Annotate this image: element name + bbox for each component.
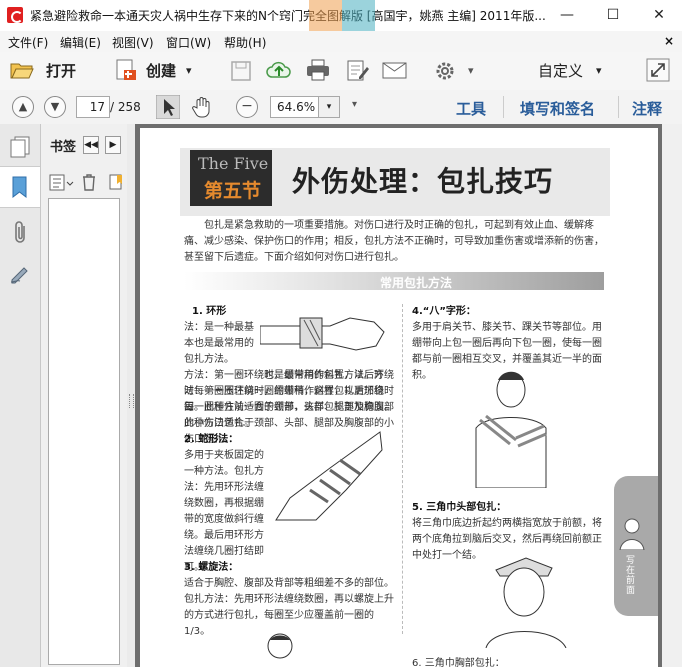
toolbar-divider <box>618 96 619 118</box>
email-icon[interactable] <box>382 60 408 80</box>
edit-document-icon[interactable] <box>346 59 370 81</box>
toolbar-divider <box>503 96 504 118</box>
side-tab-label: 写在前面 <box>626 556 636 596</box>
section-number-chinese: 第五节 <box>204 180 262 202</box>
side-navigation <box>0 124 41 667</box>
paragraph-3-number: 3. 螺旋法： <box>184 562 239 573</box>
more-tools-caret-icon[interactable]: ▾ <box>352 99 357 110</box>
next-page-down-icon[interactable]: ▼ <box>44 96 66 118</box>
document-viewer[interactable]: The Five 第五节 外伤处理：包扎技巧 包扎是紧急救助的一项重要措施。对伤… <box>135 124 682 667</box>
menu-edit[interactable]: 编辑(E) <box>60 34 101 51</box>
create-dropdown-caret[interactable]: ▾ <box>186 59 192 83</box>
paragraph-6: 6. 三角巾胸部包扎： <box>412 658 505 667</box>
bookmarks-tab[interactable] <box>0 166 40 208</box>
paragraph-1-lead: 法：是一种最基本也是最常用的包扎方法。 <box>184 322 254 365</box>
menu-window[interactable]: 窗口(W) <box>166 34 211 51</box>
menu-help[interactable]: 帮助(H) <box>224 34 266 51</box>
menu-view[interactable]: 视图(V) <box>112 34 154 51</box>
leg-bandage-illustration <box>275 431 383 521</box>
vertical-scrollbar[interactable] <box>662 124 682 667</box>
bookmark-options-icon[interactable] <box>49 174 75 192</box>
paragraph-1-number: 1. 环形 <box>192 306 227 317</box>
paragraph-4-number: 4.“八”字形： <box>412 306 476 317</box>
chest-illustration-partial <box>267 633 293 659</box>
expand-panel-button[interactable]: ▶ <box>105 136 121 154</box>
navigation-toolbar: ▲ ▼ 17 / 258 − 64.6% ▾ ▾ 工具 填写和签名 注释 <box>0 90 682 125</box>
paragraph-5-number: 5. 三角巾头部包扎： <box>412 502 507 513</box>
page-heading: 外伤处理：包扎技巧 <box>292 165 554 198</box>
minimize-button[interactable]: — <box>544 0 590 31</box>
title-bar: 紧急避险救命一本通天灾人祸中生存下来的N个窍门完全图解版 [高国宇，姚燕 主编]… <box>0 0 682 40</box>
upload-cloud-icon[interactable] <box>266 59 292 81</box>
bookmarks-list[interactable] <box>48 198 120 665</box>
folder-open-icon[interactable] <box>10 60 34 80</box>
tools-link[interactable]: 工具 <box>456 98 486 119</box>
pdf-page: The Five 第五节 外伤处理：包扎技巧 包扎是紧急救助的一项重要措施。对伤… <box>140 128 658 667</box>
previous-page-up-icon[interactable]: ▲ <box>12 96 34 118</box>
open-button[interactable]: 打开 <box>46 59 76 83</box>
wrist-bandage-illustration <box>260 317 385 351</box>
collapse-panel-button[interactable]: ◀◀ <box>83 136 99 154</box>
shoulder-bandage-illustration <box>475 371 547 488</box>
hand-tool-icon[interactable] <box>190 95 214 119</box>
bookmark-icon <box>12 176 27 199</box>
window-title: 紧急避险救命一本通天灾人祸中生存下来的N个窍门完全图解版 [高国宇，姚燕 主编]… <box>30 9 546 23</box>
save-icon[interactable] <box>230 60 252 82</box>
bookmarks-panel: 书签 ◀◀ ▶ <box>41 124 128 667</box>
gear-icon[interactable] <box>434 60 456 82</box>
create-pdf-icon[interactable] <box>114 58 138 82</box>
paragraph-2: 多用于夹板固定的一种方法。包扎方法：先用环形法缠绕数圈，再根据绷带的宽度做斜行缠… <box>184 450 264 573</box>
page-number-input[interactable]: 17 <box>76 96 110 118</box>
close-button[interactable]: ✕ <box>636 0 682 31</box>
print-icon[interactable] <box>306 59 330 81</box>
zoom-dropdown-caret[interactable]: ▾ <box>318 96 340 118</box>
acrobat-app-icon <box>7 7 23 23</box>
section-number-english: The Five <box>198 154 269 173</box>
paragraph-2-number: 2. 蛇形法： <box>184 434 239 445</box>
main-toolbar: 打开 创建 ▾ ▾ 自定义 ▾ <box>0 52 682 91</box>
expand-view-icon[interactable] <box>646 58 670 82</box>
panel-splitter[interactable] <box>127 124 135 667</box>
customize-button[interactable]: 自定义 <box>538 59 583 83</box>
attachment-paperclip-icon[interactable] <box>10 220 30 246</box>
maximize-button[interactable]: ☐ <box>590 0 636 31</box>
select-cursor-icon[interactable] <box>156 95 180 119</box>
menu-file[interactable]: 文件(F) <box>8 34 48 51</box>
paragraph-1-rest: 方法：第一圈环绕时，绷带稍作斜置，以后环绕时每一圈压住前一圈的绷带，这样包扎更加… <box>184 370 394 429</box>
intro-paragraph: 包扎是紧急救助的一项重要措施。对伤口进行及时正确的包扎，可起到有效止血、缓解疼痛… <box>184 220 604 263</box>
create-button[interactable]: 创建 <box>146 59 176 83</box>
new-bookmark-icon[interactable] <box>109 173 125 191</box>
page-thumbnails-icon[interactable] <box>9 136 31 158</box>
zoom-out-icon[interactable]: − <box>236 96 258 118</box>
comment-link[interactable]: 注释 <box>632 98 662 119</box>
page-total: / 258 <box>110 100 141 114</box>
delete-bookmark-icon[interactable] <box>81 173 97 191</box>
menu-close-document[interactable]: × <box>664 34 674 48</box>
bookmarks-title: 书签 <box>50 140 77 155</box>
column-divider <box>402 304 404 634</box>
customize-dropdown-caret[interactable]: ▾ <box>596 59 602 83</box>
signature-pen-icon[interactable] <box>9 262 31 284</box>
settings-dropdown-caret[interactable]: ▾ <box>468 59 474 83</box>
menu-bar: 文件(F) 编辑(E) 视图(V) 窗口(W) 帮助(H) × <box>0 31 682 52</box>
subheading: 常用包扎方法 <box>380 276 453 290</box>
side-tab-figure-icon <box>619 518 645 550</box>
fill-and-sign-link[interactable]: 填写和签名 <box>520 98 595 119</box>
head-bandage-illustration <box>485 557 567 648</box>
